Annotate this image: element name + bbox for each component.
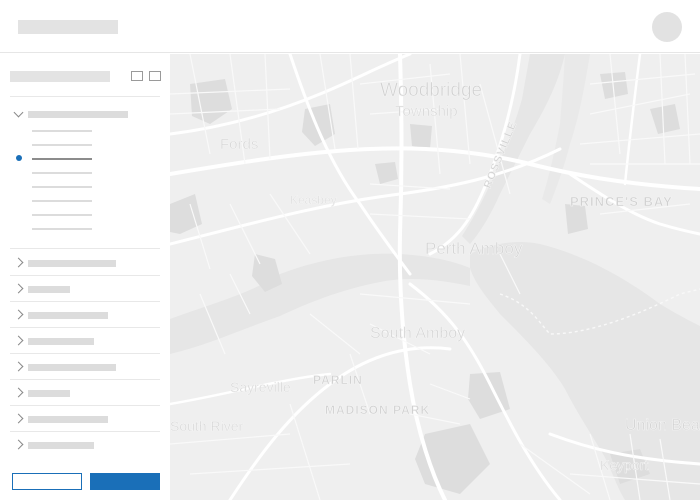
park-area: [650, 104, 680, 134]
chevron-right-icon[interactable]: [13, 387, 24, 398]
sub-item-7[interactable]: [32, 214, 92, 216]
label-union-beach: Union Beach: [625, 417, 700, 434]
park-area: [410, 124, 432, 149]
chevron-right-icon[interactable]: [13, 439, 24, 450]
top-header: [0, 0, 700, 53]
chevron-right-icon[interactable]: [13, 413, 24, 424]
chevron-right-icon[interactable]: [13, 257, 24, 268]
collapsed-group-7[interactable]: [10, 406, 160, 432]
label-keasbey: Keasbey: [290, 193, 337, 207]
sub-item-6[interactable]: [32, 200, 92, 202]
label-sayreville: Sayreville: [230, 379, 291, 395]
label-township: Township: [395, 103, 458, 120]
sidebar-title-placeholder: [10, 71, 110, 82]
expanded-group-label[interactable]: [28, 111, 128, 118]
label-keyport: Keyport: [600, 457, 648, 473]
label-woodbridge: Woodbridge: [380, 80, 482, 101]
sub-item-5[interactable]: [32, 186, 92, 188]
sub-item-1[interactable]: [32, 130, 92, 132]
layers-sidebar: [0, 54, 170, 500]
group-label: [28, 390, 70, 397]
park-area: [302, 104, 335, 146]
park-area: [375, 162, 398, 184]
label-perth-amboy: Perth Amboy: [425, 239, 523, 258]
app-title-placeholder: [18, 20, 118, 34]
map-view[interactable]: Woodbridge Township Fords Keasbey Perth …: [170, 54, 700, 500]
collapsed-group-3[interactable]: [10, 302, 160, 328]
sub-item-3-active[interactable]: [32, 158, 92, 160]
collapsed-group-6[interactable]: [10, 380, 160, 406]
group-label: [28, 338, 94, 345]
group-label: [28, 364, 116, 371]
chevron-down-icon[interactable]: [13, 107, 24, 118]
map-canvas: Woodbridge Township Fords Keasbey Perth …: [170, 54, 700, 500]
group-label: [28, 416, 108, 423]
label-princes-bay: PRINCE'S BAY: [570, 194, 673, 209]
label-south-amboy: South Amboy: [370, 325, 465, 342]
collapsed-group-8[interactable]: [10, 432, 160, 458]
sub-item-2[interactable]: [32, 144, 92, 146]
collapsed-group-5[interactable]: [10, 354, 160, 380]
group-label: [28, 442, 94, 449]
label-south-river: South River: [170, 418, 243, 434]
primary-button[interactable]: [90, 473, 160, 490]
sub-item-4[interactable]: [32, 172, 92, 174]
chevron-right-icon[interactable]: [13, 361, 24, 372]
grid-view-icon[interactable]: [131, 71, 143, 81]
sidebar-divider: [10, 248, 160, 249]
secondary-button[interactable]: [12, 473, 82, 490]
sub-item-8[interactable]: [32, 228, 92, 230]
chevron-right-icon[interactable]: [13, 335, 24, 346]
label-parlin: PARLIN: [313, 373, 363, 387]
group-label: [28, 260, 116, 267]
active-indicator-dot: [16, 155, 22, 161]
collapsed-group-4[interactable]: [10, 328, 160, 354]
label-fords: Fords: [220, 136, 258, 153]
group-label: [28, 312, 108, 319]
label-madison-park: MADISON PARK: [325, 403, 430, 417]
user-avatar[interactable]: [652, 12, 682, 42]
collapsed-group-1[interactable]: [10, 250, 160, 276]
sidebar-divider: [10, 96, 160, 97]
collapsed-group-2[interactable]: [10, 276, 160, 302]
map-app: Woodbridge Township Fords Keasbey Perth …: [0, 0, 700, 500]
group-label: [28, 286, 70, 293]
chevron-right-icon[interactable]: [13, 309, 24, 320]
chevron-right-icon[interactable]: [13, 283, 24, 294]
list-view-icon[interactable]: [149, 71, 161, 81]
